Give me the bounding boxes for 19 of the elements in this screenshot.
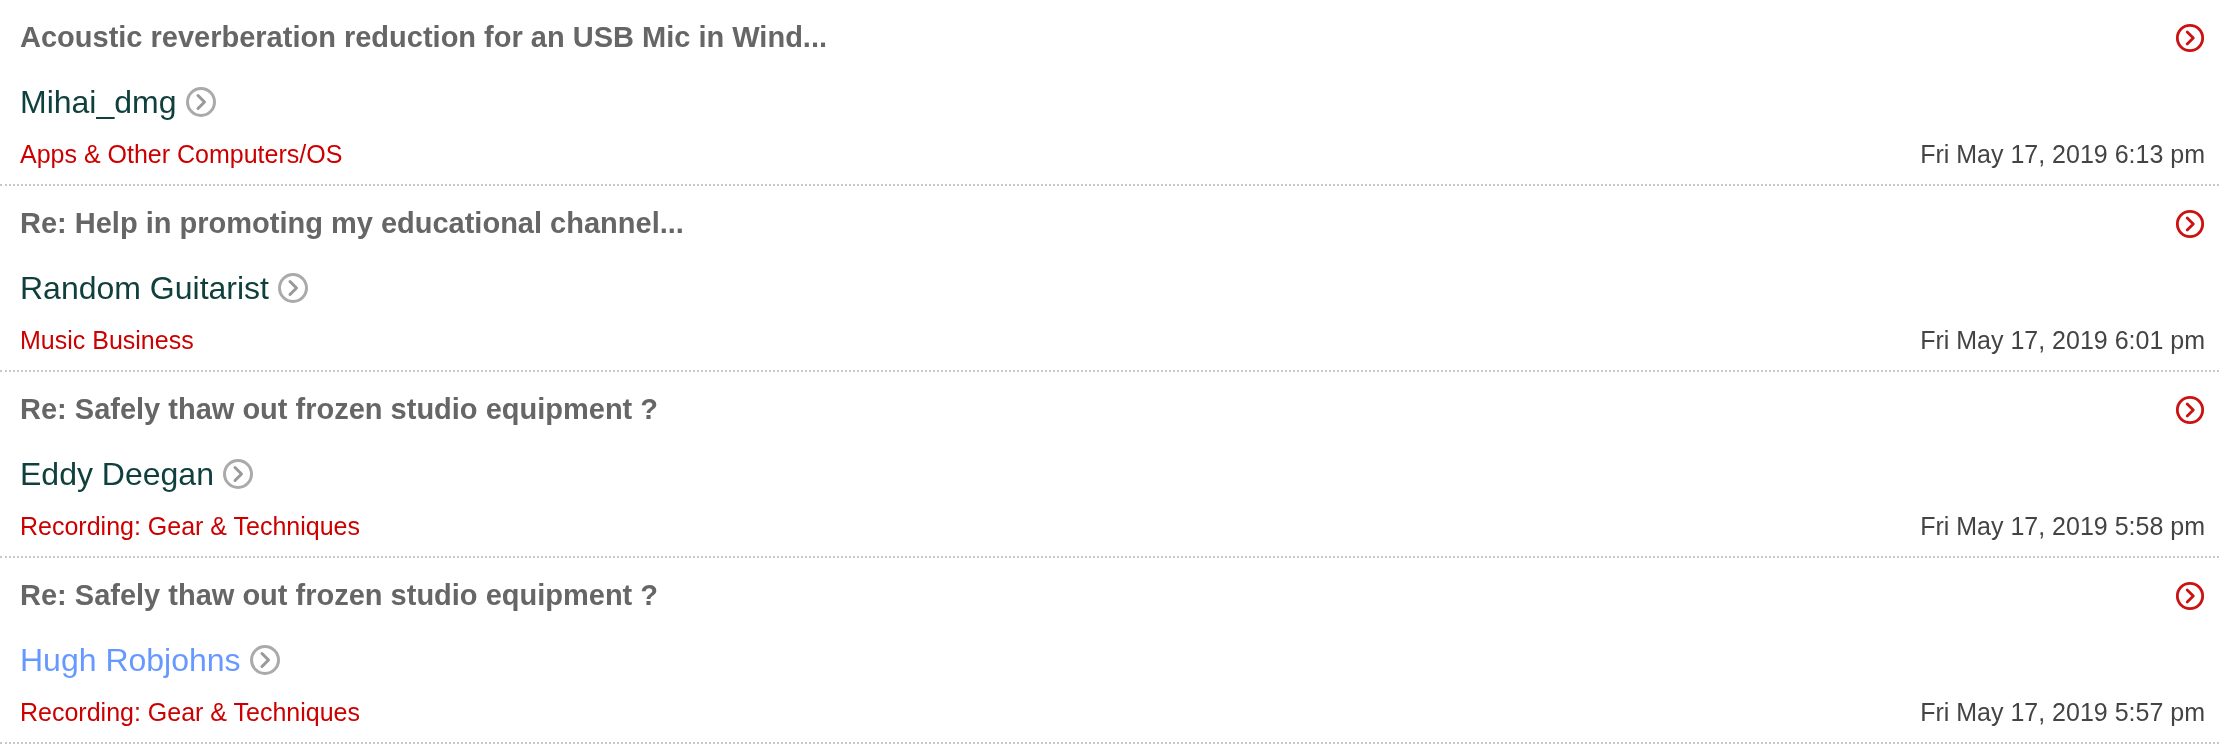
forum-link[interactable]: Apps & Other Computers/OS bbox=[20, 135, 343, 173]
go-to-post-icon[interactable] bbox=[2175, 22, 2205, 53]
author-name[interactable]: Random Guitarist bbox=[20, 263, 269, 312]
go-to-post-icon[interactable] bbox=[2175, 394, 2205, 425]
post-title[interactable]: Re: Safely thaw out frozen studio equipment ? bbox=[20, 388, 659, 432]
author-name[interactable]: Mihai_dmg bbox=[20, 77, 177, 126]
forum-link[interactable]: Recording: Gear & Techniques bbox=[20, 693, 360, 731]
forum-link[interactable]: Music Business bbox=[20, 321, 194, 359]
post-time: Fri May 17, 2019 5:57 pm bbox=[1920, 696, 2205, 728]
post-time: Fri May 17, 2019 5:58 pm bbox=[1920, 510, 2205, 542]
post-title[interactable]: Acoustic reverberation reduction for an USB Mic in Wind... bbox=[20, 16, 827, 60]
post-title[interactable]: Re: Safely thaw out frozen studio equipment ? bbox=[20, 574, 659, 618]
post-title[interactable]: Re: Help in promoting my educational channel... bbox=[20, 202, 684, 246]
go-to-post-icon[interactable] bbox=[2175, 208, 2205, 239]
author-name[interactable]: Eddy Deegan bbox=[20, 449, 214, 498]
post-time: Fri May 17, 2019 6:01 pm bbox=[1920, 324, 2205, 356]
forum-link[interactable]: Recording: Gear & Techniques bbox=[20, 507, 360, 545]
go-to-post-icon[interactable] bbox=[2175, 580, 2205, 611]
post-time: Fri May 17, 2019 6:13 pm bbox=[1920, 138, 2205, 170]
